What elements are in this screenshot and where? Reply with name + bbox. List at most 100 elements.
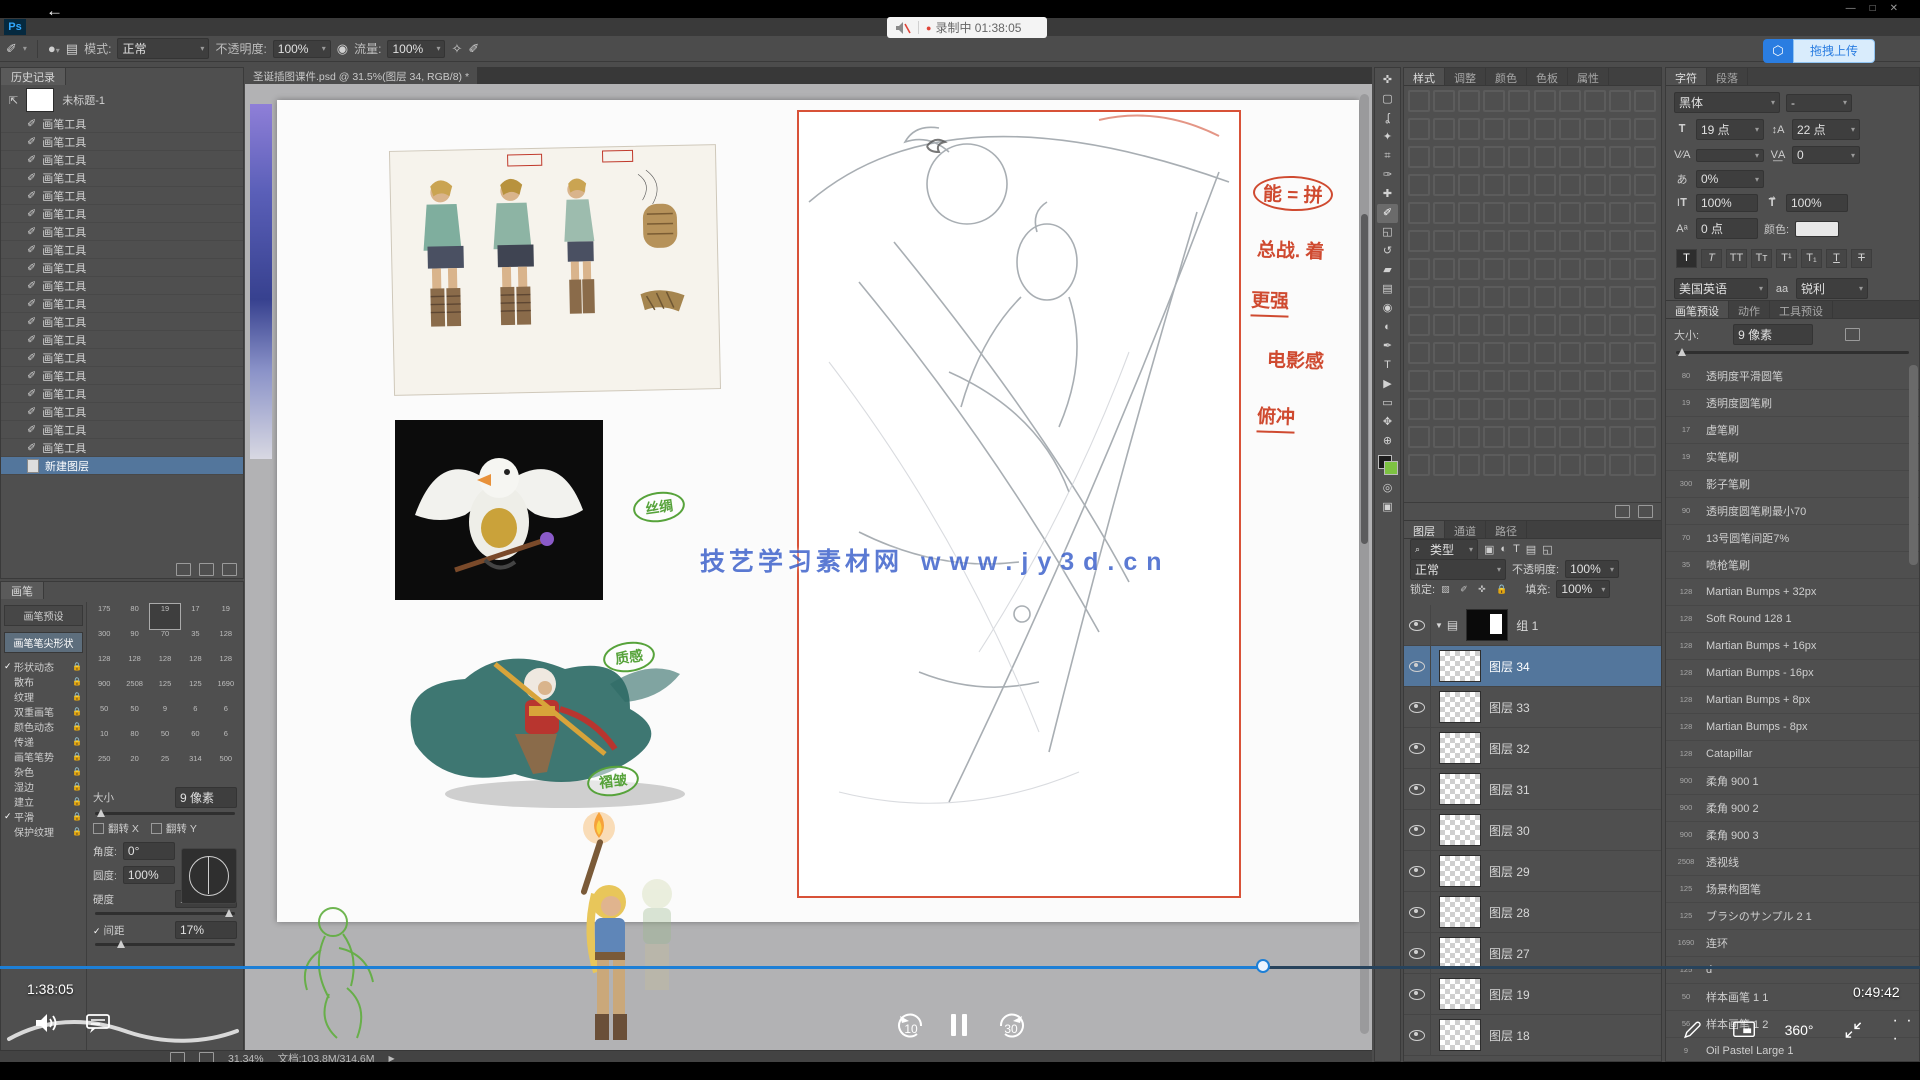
italic-button[interactable]: T: [1701, 249, 1722, 268]
style-swatch[interactable]: [1483, 174, 1505, 196]
collapse-icon[interactable]: [1844, 1018, 1863, 1042]
style-swatch[interactable]: [1534, 90, 1556, 112]
brush-tip[interactable]: 1690: [211, 679, 241, 704]
brush-option-row[interactable]: ✓ 颜色动态 🔒: [1, 719, 86, 734]
layer-name[interactable]: 图层 32: [1489, 740, 1530, 757]
lock-icons[interactable]: ▨ ✐ ✜ 🔒: [1441, 584, 1511, 595]
style-swatch[interactable]: [1559, 314, 1581, 336]
tool-button[interactable]: ✦: [1377, 128, 1398, 147]
brush-option-row[interactable]: ✓ 双重画笔 🔒: [1, 704, 86, 719]
layer-fill-field[interactable]: 100%▾: [1556, 580, 1610, 598]
style-swatch[interactable]: [1584, 202, 1606, 224]
forward-30-button[interactable]: 30: [994, 1012, 1028, 1042]
style-swatch[interactable]: [1534, 370, 1556, 392]
style-swatch[interactable]: [1483, 370, 1505, 392]
style-swatch[interactable]: [1634, 118, 1656, 140]
layer-row[interactable]: 图层 31: [1404, 769, 1661, 810]
style-swatch[interactable]: [1483, 286, 1505, 308]
kerning-select[interactable]: ▾: [1696, 149, 1764, 162]
style-swatch[interactable]: [1634, 314, 1656, 336]
lock-icon[interactable]: 🔒: [72, 722, 82, 731]
style-swatch[interactable]: [1483, 146, 1505, 168]
group-name[interactable]: 组 1: [1516, 617, 1538, 634]
filter-type-icon[interactable]: T: [1513, 543, 1520, 555]
layer-row[interactable]: 图层 30: [1404, 810, 1661, 851]
preset-size-field[interactable]: 9 像素: [1733, 324, 1813, 345]
layer-row[interactable]: 图层 19: [1404, 974, 1661, 1015]
lock-icon[interactable]: 🔒: [72, 797, 82, 806]
filter-adjust-icon[interactable]: ◐: [1500, 543, 1507, 555]
brush-preset-row[interactable]: 19 实笔刷: [1666, 444, 1919, 471]
brush-tip[interactable]: 10: [89, 729, 119, 754]
layer-name[interactable]: 图层 18: [1489, 1027, 1530, 1044]
style-swatch[interactable]: [1408, 286, 1430, 308]
cloud-upload-button[interactable]: ⬡ 拖拽上传: [1763, 39, 1875, 63]
quick-mask-icon[interactable]: ◎: [1377, 479, 1398, 498]
style-swatch[interactable]: [1559, 174, 1581, 196]
tool-button[interactable]: ✚: [1377, 185, 1398, 204]
airbrush-icon[interactable]: ✧: [451, 41, 462, 57]
import-brushes-icon[interactable]: [1845, 328, 1860, 341]
brush-tip[interactable]: 90: [119, 629, 149, 654]
style-swatch[interactable]: [1534, 118, 1556, 140]
mini-player-icon[interactable]: [1733, 1019, 1755, 1041]
style-swatch[interactable]: [1634, 286, 1656, 308]
brush-tip[interactable]: 50: [150, 729, 180, 754]
blend-mode-select[interactable]: 正常▾: [117, 38, 209, 59]
tool-button[interactable]: ⌗: [1377, 147, 1398, 166]
layer-name[interactable]: 图层 19: [1489, 986, 1530, 1003]
style-swatch[interactable]: [1458, 454, 1480, 476]
style-swatch[interactable]: [1458, 314, 1480, 336]
background-color-swatch[interactable]: [1384, 461, 1398, 475]
style-swatch[interactable]: [1559, 230, 1581, 252]
brush-tip[interactable]: 128: [119, 654, 149, 679]
bold-button[interactable]: T: [1676, 249, 1697, 268]
history-item[interactable]: ✐ 画笔工具: [1, 241, 243, 259]
language-select[interactable]: 美国英语▾: [1674, 278, 1768, 299]
style-swatch[interactable]: [1458, 174, 1480, 196]
layer-row[interactable]: 图层 28: [1404, 892, 1661, 933]
style-swatch[interactable]: [1433, 286, 1455, 308]
style-swatch[interactable]: [1408, 146, 1430, 168]
brush-option-row[interactable]: ✓ 平滑 🔒: [1, 809, 86, 824]
style-swatch[interactable]: [1458, 342, 1480, 364]
layer-thumbnail[interactable]: [1439, 1019, 1481, 1051]
brush-tip[interactable]: 80: [119, 604, 149, 629]
style-swatch[interactable]: [1609, 202, 1631, 224]
brush-option-row[interactable]: ✓ 建立 🔒: [1, 794, 86, 809]
style-swatch[interactable]: [1609, 398, 1631, 420]
history-panel-tab[interactable]: 历史记录: [1, 68, 66, 85]
style-swatch[interactable]: [1559, 286, 1581, 308]
layer-thumbnail[interactable]: [1439, 773, 1481, 805]
brush-tip[interactable]: 6: [211, 729, 241, 754]
size-field[interactable]: 9 像素: [175, 787, 237, 808]
layer-row[interactable]: 图层 18: [1404, 1015, 1661, 1056]
history-item[interactable]: ✐ 画笔工具: [1, 367, 243, 385]
all-caps-button[interactable]: TT: [1726, 249, 1747, 268]
panel-tab[interactable]: 调整: [1445, 68, 1486, 85]
layer-group-row[interactable]: ▼ ▤ 组 1: [1404, 605, 1661, 646]
lock-icon[interactable]: 🔒: [72, 752, 82, 761]
brush-option-row[interactable]: ✓ 形状动态 🔒: [1, 659, 86, 674]
layer-thumbnail[interactable]: [1439, 896, 1481, 928]
history-item[interactable]: ✐ 画笔工具: [1, 403, 243, 421]
subtitle-icon[interactable]: [86, 1012, 110, 1034]
style-swatch[interactable]: [1508, 314, 1530, 336]
brush-tool-icon[interactable]: ✐: [6, 41, 17, 57]
visibility-eye-icon[interactable]: [1404, 892, 1431, 932]
style-swatch[interactable]: [1508, 90, 1530, 112]
opacity-select[interactable]: 100%▾: [273, 40, 331, 58]
brush-option-row[interactable]: ✓ 湿边 🔒: [1, 779, 86, 794]
style-swatch[interactable]: [1534, 146, 1556, 168]
font-family-select[interactable]: 黑体▾: [1674, 92, 1780, 113]
brush-tip[interactable]: 60: [180, 729, 210, 754]
lock-icon[interactable]: 🔒: [72, 662, 82, 671]
lock-icon[interactable]: 🔒: [72, 767, 82, 776]
lock-icon[interactable]: 🔒: [72, 812, 82, 821]
brush-list-scrollbar[interactable]: [1909, 365, 1918, 565]
style-swatch[interactable]: [1483, 398, 1505, 420]
style-swatch[interactable]: [1508, 174, 1530, 196]
layer-name[interactable]: 图层 30: [1489, 822, 1530, 839]
brush-tip[interactable]: 6: [211, 704, 241, 729]
style-swatch[interactable]: [1408, 314, 1430, 336]
